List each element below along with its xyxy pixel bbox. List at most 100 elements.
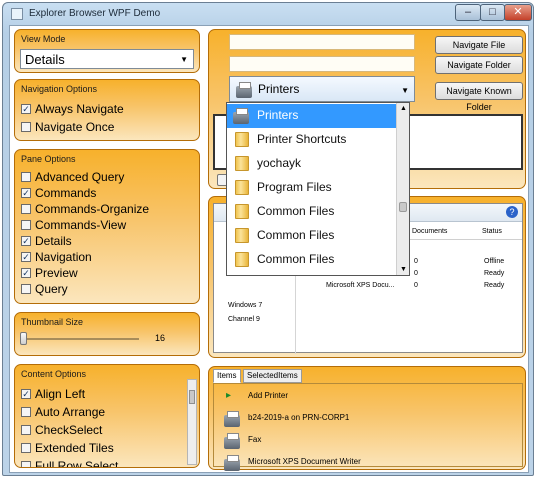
dropdown-item[interactable]: yochayk — [227, 152, 398, 176]
name-cell: Microsoft XPS Docu... — [326, 282, 395, 289]
thumbnail-size-title: Thumbnail Size — [21, 317, 84, 327]
pane-options-title: Pane Options — [21, 154, 76, 164]
documents-cell: 0 — [414, 282, 418, 289]
printer-icon — [233, 108, 249, 124]
title-bar: Explorer Browser WPF Demo – □ ✕ — [3, 3, 533, 25]
tree-item[interactable]: Channel 9 — [228, 316, 260, 323]
navigate-folder-input[interactable] — [229, 56, 415, 72]
window-title: Explorer Browser WPF Demo — [29, 8, 161, 19]
status-column-header[interactable]: Status — [482, 228, 502, 235]
dropdown-item[interactable]: Common Files — [227, 200, 398, 224]
navigate-folder-button[interactable]: Navigate Folder — [435, 56, 523, 74]
dropdown-item[interactable]: Common Files — [227, 224, 398, 248]
chevron-down-icon: ▼ — [401, 86, 409, 95]
maximize-button[interactable]: □ — [480, 4, 505, 21]
help-icon[interactable]: ? — [506, 206, 518, 218]
tab-selected-items[interactable]: SelectedItems — [243, 369, 302, 383]
checkbox-icon[interactable] — [21, 219, 31, 230]
option-label: CheckSelect — [35, 423, 103, 437]
pane-options-panel: Pane Options Advanced Query ✓ Commands Co… — [14, 149, 200, 304]
navigate-file-button[interactable]: Navigate File — [435, 36, 523, 54]
advanced-query-option[interactable]: Advanced Query — [21, 170, 124, 186]
checkbox-checked-icon[interactable]: ✓ — [21, 187, 31, 198]
query-option[interactable]: Query — [21, 282, 68, 298]
thumbnail-size-panel: Thumbnail Size 16 — [14, 312, 200, 356]
option-label: Align Left — [35, 387, 86, 401]
folder-icon — [235, 204, 249, 219]
align-left-option[interactable]: ✓ Align Left — [21, 387, 85, 403]
dropdown-item[interactable]: Program Files — [227, 176, 398, 200]
content-options-panel: Content Options ✓ Align Left Auto Arrange… — [14, 364, 200, 468]
preview-option[interactable]: ✓ Preview — [21, 266, 78, 282]
checkbox-checked-icon[interactable]: ✓ — [21, 388, 31, 399]
documents-cell: 0 — [414, 270, 418, 277]
known-folder-select[interactable]: Printers ▼ — [229, 76, 415, 102]
content-options-scrollbar[interactable] — [187, 379, 197, 465]
list-item-label: b24-2019-a on PRN-CORP1 — [248, 413, 350, 422]
option-label: Commands-View — [35, 218, 127, 232]
checkbox-icon[interactable] — [21, 171, 31, 182]
tree-item[interactable]: Windows 7 — [228, 302, 262, 309]
navigate-known-folder-button[interactable]: Navigate Known Folder — [435, 82, 523, 112]
full-row-select-option[interactable]: Full Row Select — [21, 459, 119, 468]
scroll-thumb[interactable] — [399, 202, 407, 212]
printer-icon — [224, 455, 240, 471]
navigate-file-input[interactable] — [229, 34, 415, 50]
thumbnail-slider-handle[interactable] — [20, 332, 27, 345]
view-mode-panel: View Mode Details ▼ — [14, 29, 200, 73]
checkbox-icon[interactable] — [21, 121, 31, 132]
checkbox-checked-icon[interactable]: ✓ — [21, 103, 31, 114]
chevron-down-icon: ▼ — [180, 55, 188, 64]
network-printer-icon — [224, 411, 240, 427]
scroll-down-icon[interactable]: ▼ — [400, 266, 407, 273]
scroll-thumb[interactable] — [189, 390, 195, 404]
checkselect-option[interactable]: CheckSelect — [21, 423, 102, 439]
folder-icon — [235, 252, 249, 267]
thumbnail-size-value: 16 — [155, 333, 166, 343]
documents-cell: 0 — [414, 258, 418, 265]
items-panel: Items SelectedItems ▸ Add Printer b24-20… — [208, 366, 526, 471]
option-label: Navigate Once — [35, 120, 115, 134]
checkbox-icon[interactable] — [21, 424, 31, 435]
checkbox-checked-icon[interactable]: ✓ — [21, 251, 31, 262]
dropdown-scrollbar[interactable]: ▲ ▼ — [396, 103, 409, 275]
option-label: Navigation — [35, 250, 92, 264]
checkbox-icon[interactable] — [21, 203, 31, 214]
list-item-label: Fax — [248, 435, 262, 444]
view-mode-select[interactable]: Details ▼ — [20, 49, 194, 69]
navigate-once-option[interactable]: Navigate Once — [21, 120, 114, 136]
auto-arrange-option[interactable]: Auto Arrange — [21, 405, 105, 421]
view-mode-value: Details — [25, 52, 65, 67]
documents-column-header[interactable]: Documents — [412, 228, 447, 235]
minimize-button[interactable]: – — [455, 4, 481, 21]
thumbnail-slider-track[interactable] — [21, 338, 139, 340]
option-label: Details — [35, 234, 72, 248]
dropdown-item[interactable]: Printer Shortcuts — [227, 128, 398, 152]
always-navigate-option[interactable]: ✓ Always Navigate — [21, 102, 124, 118]
fax-icon — [224, 433, 240, 449]
checkbox-icon[interactable] — [21, 283, 31, 294]
commands-organize-option[interactable]: Commands-Organize — [21, 202, 149, 218]
option-label: Commands-Organize — [35, 202, 150, 216]
details-option[interactable]: ✓ Details — [21, 234, 72, 250]
scroll-up-icon[interactable]: ▲ — [400, 105, 407, 112]
tab-items[interactable]: Items — [213, 369, 241, 383]
close-button[interactable]: ✕ — [504, 4, 532, 21]
extended-tiles-option[interactable]: Extended Tiles — [21, 441, 114, 457]
navigation-options-title: Navigation Options — [21, 84, 98, 94]
commands-view-option[interactable]: Commands-View — [21, 218, 126, 234]
checkbox-checked-icon[interactable]: ✓ — [21, 235, 31, 246]
checkbox-icon[interactable] — [21, 406, 31, 417]
dropdown-item[interactable]: Common Files — [227, 248, 398, 272]
dropdown-item-label: Common Files — [257, 252, 335, 266]
checkbox-icon[interactable] — [21, 460, 31, 467]
checkbox-checked-icon[interactable]: ✓ — [21, 267, 31, 278]
dropdown-item-printers[interactable]: Printers — [227, 104, 398, 128]
dropdown-item-label: Common Files — [257, 228, 335, 242]
known-folder-dropdown-list: Printers Printer Shortcuts yochayk Progr… — [226, 102, 410, 276]
option-label: Full Row Select — [35, 459, 119, 468]
navigation-option[interactable]: ✓ Navigation — [21, 250, 92, 266]
checkbox-icon[interactable] — [21, 442, 31, 453]
navigation-options-panel: Navigation Options ✓ Always Navigate Navi… — [14, 79, 200, 141]
commands-option[interactable]: ✓ Commands — [21, 186, 96, 202]
